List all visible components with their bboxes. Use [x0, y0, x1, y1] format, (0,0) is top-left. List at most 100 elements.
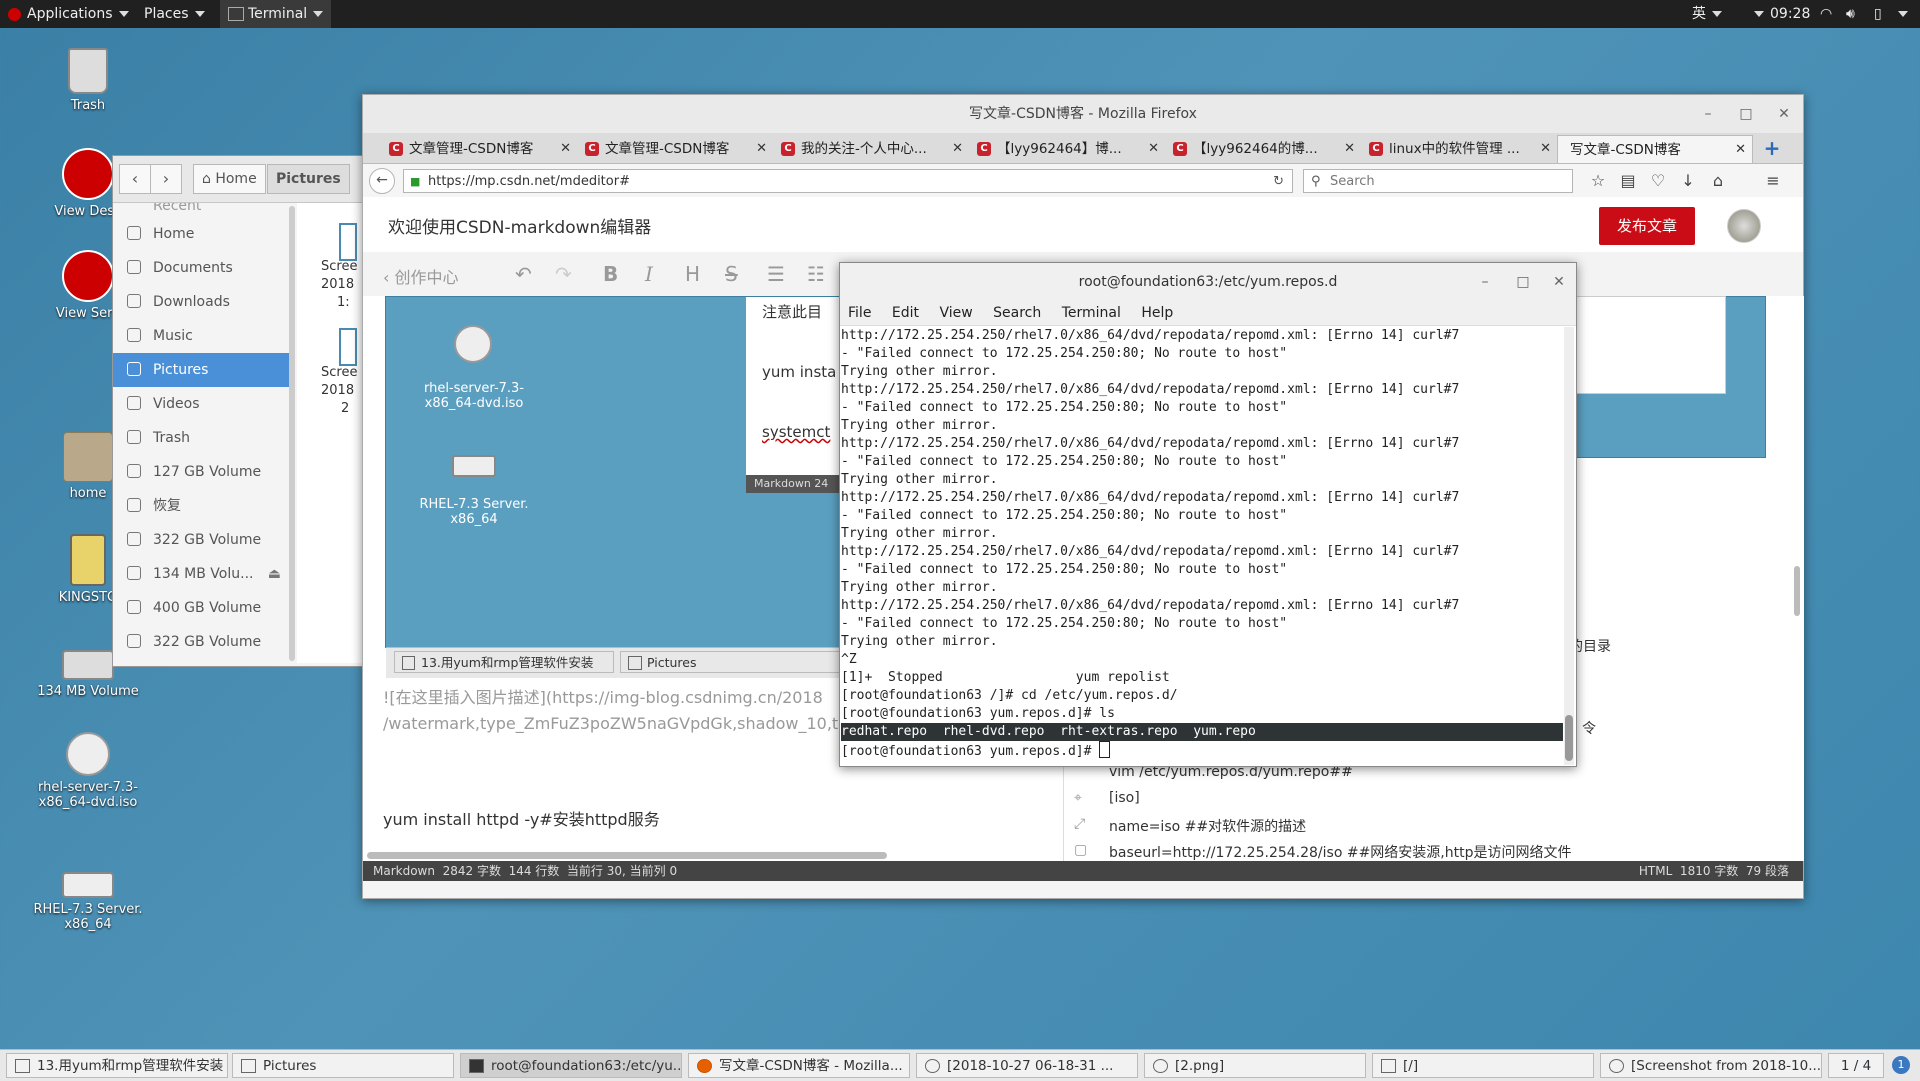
desktop-icon-iso[interactable]: rhel-server-7.3-x86_64-dvd.iso: [28, 732, 148, 810]
task-root-folder[interactable]: [/]: [1372, 1053, 1594, 1078]
new-tab-button[interactable]: +: [1759, 136, 1785, 160]
tab-5[interactable]: C 【lyy962464的博... ✕: [1165, 135, 1361, 163]
clock[interactable]: 09:28: [1754, 0, 1810, 28]
back-arrow-icon[interactable]: ←: [369, 168, 395, 194]
terminal-scroll-thumb[interactable]: [1565, 715, 1573, 761]
url-bar[interactable]: ■ https://mp.csdn.net/mdeditor# ↻: [403, 169, 1293, 193]
task-2png[interactable]: [2.png]: [1144, 1053, 1366, 1078]
sidebar-item-volume-322a[interactable]: 322 GB Volume: [113, 523, 289, 557]
creation-center-link[interactable]: ‹ 创作中心: [383, 264, 459, 288]
system-menu-chevron[interactable]: [1898, 0, 1908, 28]
tab-7-active[interactable]: 写文章-CSDN博客 ✕: [1557, 135, 1753, 163]
crosshair-icon[interactable]: ⌖: [1074, 790, 1082, 806]
close-button[interactable]: ✕: [1544, 263, 1574, 301]
close-tab-icon[interactable]: ✕: [1344, 135, 1355, 163]
tab-3[interactable]: C 我的关注-个人中心... ✕: [773, 135, 969, 163]
close-tab-icon[interactable]: ✕: [560, 135, 571, 163]
maximize-button[interactable]: □: [1731, 95, 1761, 133]
menu-help[interactable]: Help: [1141, 305, 1173, 321]
maximize-button[interactable]: □: [1508, 263, 1538, 301]
frame-icon[interactable]: ▢: [1074, 842, 1087, 858]
sidebar-item-documents[interactable]: Documents: [113, 251, 289, 285]
minimize-button[interactable]: –: [1470, 263, 1500, 301]
sidebar-item-videos[interactable]: Videos: [113, 387, 289, 421]
task-screenshot[interactable]: [Screenshot from 2018-10...: [1600, 1053, 1822, 1078]
preview-vscrollbar[interactable]: [1794, 566, 1800, 616]
task-editor-doc[interactable]: 13.用yum和rmp管理软件安装: [6, 1053, 228, 1078]
menu-view[interactable]: View: [939, 305, 972, 321]
forward-button[interactable]: ›: [150, 164, 182, 194]
task-pictures[interactable]: Pictures: [232, 1053, 454, 1078]
task-firefox[interactable]: 写文章-CSDN博客 - Mozilla...: [688, 1053, 910, 1078]
file-thumb[interactable]: [339, 223, 357, 261]
terminal-output[interactable]: http://172.25.254.250/rhel7.0/x86_64/dvd…: [841, 327, 1563, 765]
bold-icon[interactable]: B: [603, 262, 618, 286]
close-tab-icon[interactable]: ✕: [1540, 135, 1551, 163]
close-tab-icon[interactable]: ✕: [952, 135, 963, 163]
reload-icon[interactable]: ↻: [1273, 170, 1284, 194]
pocket-icon[interactable]: ♡: [1648, 171, 1668, 191]
sidebar-item-volume-127[interactable]: 127 GB Volume: [113, 455, 289, 489]
publish-button[interactable]: 发布文章: [1599, 207, 1695, 245]
input-method-menu[interactable]: 英: [1692, 0, 1722, 28]
task-screenshot-viewer[interactable]: [2018-10-27 06-18-31 ...: [916, 1053, 1138, 1078]
bookmark-star-icon[interactable]: ☆: [1588, 171, 1608, 191]
task-terminal[interactable]: root@foundation63:/etc/yu...: [460, 1053, 682, 1078]
sidebar-item-home[interactable]: Home: [113, 217, 289, 251]
menu-edit[interactable]: Edit: [892, 305, 919, 321]
close-tab-icon[interactable]: ✕: [1148, 135, 1159, 163]
back-button[interactable]: ‹: [119, 164, 151, 194]
menu-terminal[interactable]: Terminal: [1062, 305, 1121, 321]
places-menu[interactable]: Places: [144, 0, 205, 28]
redo-icon[interactable]: ↷: [555, 262, 572, 286]
sidebar-item-trash[interactable]: Trash: [113, 421, 289, 455]
close-tab-icon[interactable]: ✕: [756, 135, 767, 163]
wifi-icon[interactable]: ◠: [1820, 0, 1832, 28]
tab-6[interactable]: Clinux中的软件管理 ... ✕: [1361, 135, 1557, 163]
heading-icon[interactable]: H: [685, 262, 700, 286]
minimize-button[interactable]: –: [1693, 95, 1723, 133]
download-icon[interactable]: ↓: [1678, 171, 1698, 191]
sidebar-item-pictures[interactable]: Pictures: [113, 353, 289, 387]
sidebar-item-downloads[interactable]: Downloads: [113, 285, 289, 319]
undo-icon[interactable]: ↶: [515, 262, 532, 286]
page-title[interactable]: 欢迎使用CSDN-markdown编辑器: [388, 213, 651, 238]
editor-hscrollbar[interactable]: [367, 852, 887, 859]
desktop-icon-trash[interactable]: Trash: [28, 48, 148, 113]
eject-icon[interactable]: ⏏: [268, 557, 281, 591]
breadcrumb-home[interactable]: ⌂ Home: [193, 164, 266, 194]
tab-1[interactable]: C 文章管理-CSDN博客 ✕: [381, 135, 577, 163]
avatar[interactable]: [1727, 209, 1761, 243]
search-bar[interactable]: ⚲ Search: [1303, 169, 1573, 193]
battery-icon[interactable]: ▯: [1874, 0, 1882, 28]
applications-menu[interactable]: Applications: [8, 0, 129, 28]
sidebar-scrollbar[interactable]: [289, 206, 295, 661]
expand-icon[interactable]: ⤢: [1074, 816, 1085, 832]
tab-4[interactable]: C 【lyy962464】博... ✕: [969, 135, 1165, 163]
sidebar-item-volume-322b[interactable]: 322 GB Volume: [113, 625, 289, 659]
file-thumb[interactable]: [339, 328, 357, 366]
home-icon[interactable]: ⌂: [1708, 171, 1728, 191]
strikethrough-icon[interactable]: S: [725, 262, 738, 286]
volume-icon[interactable]: 🔊︎: [1846, 0, 1855, 28]
menu-file[interactable]: File: [848, 305, 871, 321]
close-button[interactable]: ✕: [1769, 95, 1799, 133]
terminal-scrollbar[interactable]: [1564, 327, 1574, 765]
reader-list-icon[interactable]: ▤: [1618, 171, 1638, 191]
sidebar-item-recent[interactable]: Recent: [113, 203, 289, 217]
hamburger-menu-icon[interactable]: ≡: [1763, 171, 1783, 191]
ordered-list-icon[interactable]: ☷: [807, 262, 825, 286]
menu-search[interactable]: Search: [993, 305, 1041, 321]
notification-icon[interactable]: 1: [1892, 1056, 1910, 1074]
tab-2[interactable]: C 文章管理-CSDN博客 ✕: [577, 135, 773, 163]
italic-icon[interactable]: I: [645, 262, 653, 286]
breadcrumb-pictures[interactable]: Pictures: [267, 164, 350, 194]
sidebar-item-recover[interactable]: 恢复: [113, 489, 289, 523]
terminal-app-menu[interactable]: Terminal: [220, 0, 332, 28]
desktop-icon-rhel[interactable]: RHEL-7.3 Server. x86_64: [28, 858, 148, 932]
workspace-indicator[interactable]: 1 / 4: [1828, 1053, 1884, 1078]
sidebar-item-volume-400[interactable]: 400 GB Volume: [113, 591, 289, 625]
sidebar-item-music[interactable]: Music: [113, 319, 289, 353]
unordered-list-icon[interactable]: ☰: [767, 262, 785, 286]
close-tab-icon[interactable]: ✕: [1735, 136, 1746, 163]
